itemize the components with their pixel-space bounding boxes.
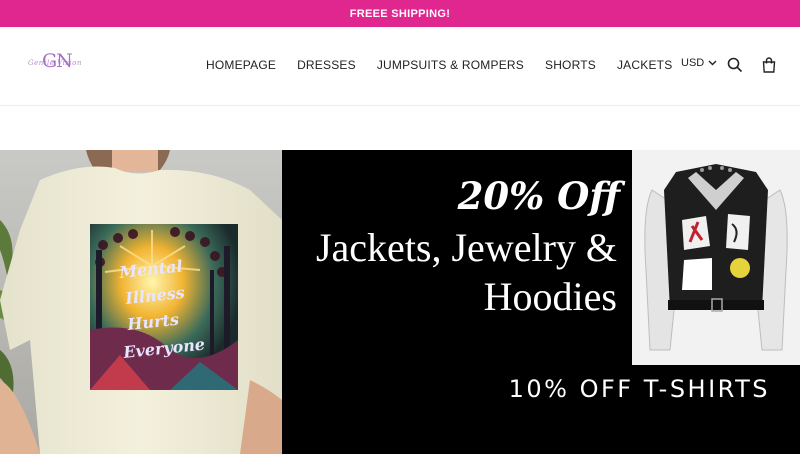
currency-selector[interactable]: USD: [681, 57, 717, 69]
nav-jumpsuits-rompers[interactable]: JUMPSUITS & ROMPERS: [377, 58, 524, 72]
search-icon: [727, 57, 743, 73]
nav-shorts[interactable]: SHORTS: [545, 58, 596, 72]
promo-tshirts: 10% OFF T-SHIRTS: [508, 375, 770, 403]
announcement-text: FREEE SHIPPING!: [349, 7, 451, 20]
promo-line-2: Hoodies: [483, 274, 617, 319]
site-header: Gentle Vision GN HOMEPAGE DRESSES JUMPSU…: [0, 27, 800, 106]
nav-dresses[interactable]: DRESSES: [297, 58, 356, 72]
cart-icon: [762, 57, 776, 73]
tshirt-illustration: Mental Illness Hurts Everyone: [0, 150, 282, 454]
logo-monogram: GN: [42, 50, 73, 72]
jacket-illustration: [632, 150, 800, 365]
announcement-bar: FREEE SHIPPING!: [0, 0, 800, 27]
search-button[interactable]: [727, 57, 743, 73]
cart-button[interactable]: [761, 57, 777, 73]
tshirt-photo: Mental Illness Hurts Everyone: [0, 150, 282, 454]
nav-homepage[interactable]: HOMEPAGE: [206, 58, 276, 72]
promo-line-1: Jackets, Jewelry &: [315, 225, 617, 270]
currency-label: USD: [681, 57, 705, 69]
promo-title: 20% Off: [457, 174, 620, 218]
nav-jackets[interactable]: JACKETS: [617, 58, 672, 72]
hero-banner[interactable]: Mental Illness Hurts Everyone 20% Off Ja…: [0, 150, 800, 454]
chevron-down-icon: [708, 60, 717, 66]
main-nav: HOMEPAGE DRESSES JUMPSUITS & ROMPERS SHO…: [206, 58, 693, 72]
jacket-photo: [632, 150, 800, 365]
site-logo[interactable]: Gentle Vision GN: [28, 49, 88, 79]
